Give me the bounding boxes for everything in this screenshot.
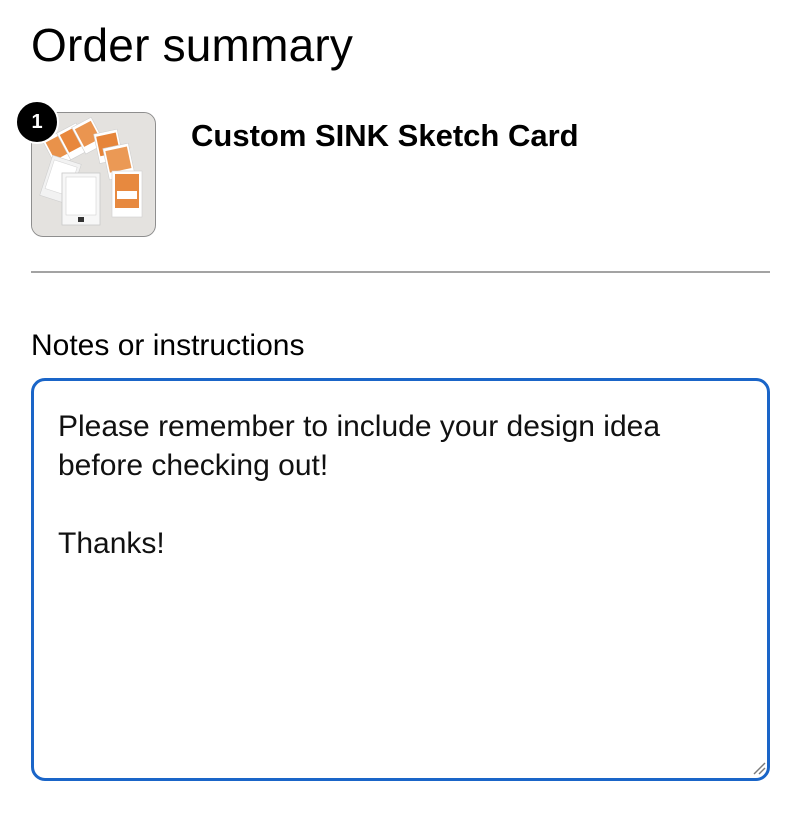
order-summary-panel: Order summary 1 Custom SINK Sketch Card … <box>0 0 810 816</box>
resize-grip-icon[interactable] <box>752 761 766 775</box>
notes-textarea[interactable]: Please remember to include your design i… <box>31 378 770 781</box>
product-name: Custom SINK Sketch Card <box>191 118 579 153</box>
notes-label: Notes or instructions <box>31 329 305 362</box>
page-title: Order summary <box>31 19 354 71</box>
section-divider <box>31 271 770 273</box>
line-item: 1 Custom SINK Sketch Card <box>15 100 770 240</box>
quantity-badge: 1 <box>15 100 59 144</box>
